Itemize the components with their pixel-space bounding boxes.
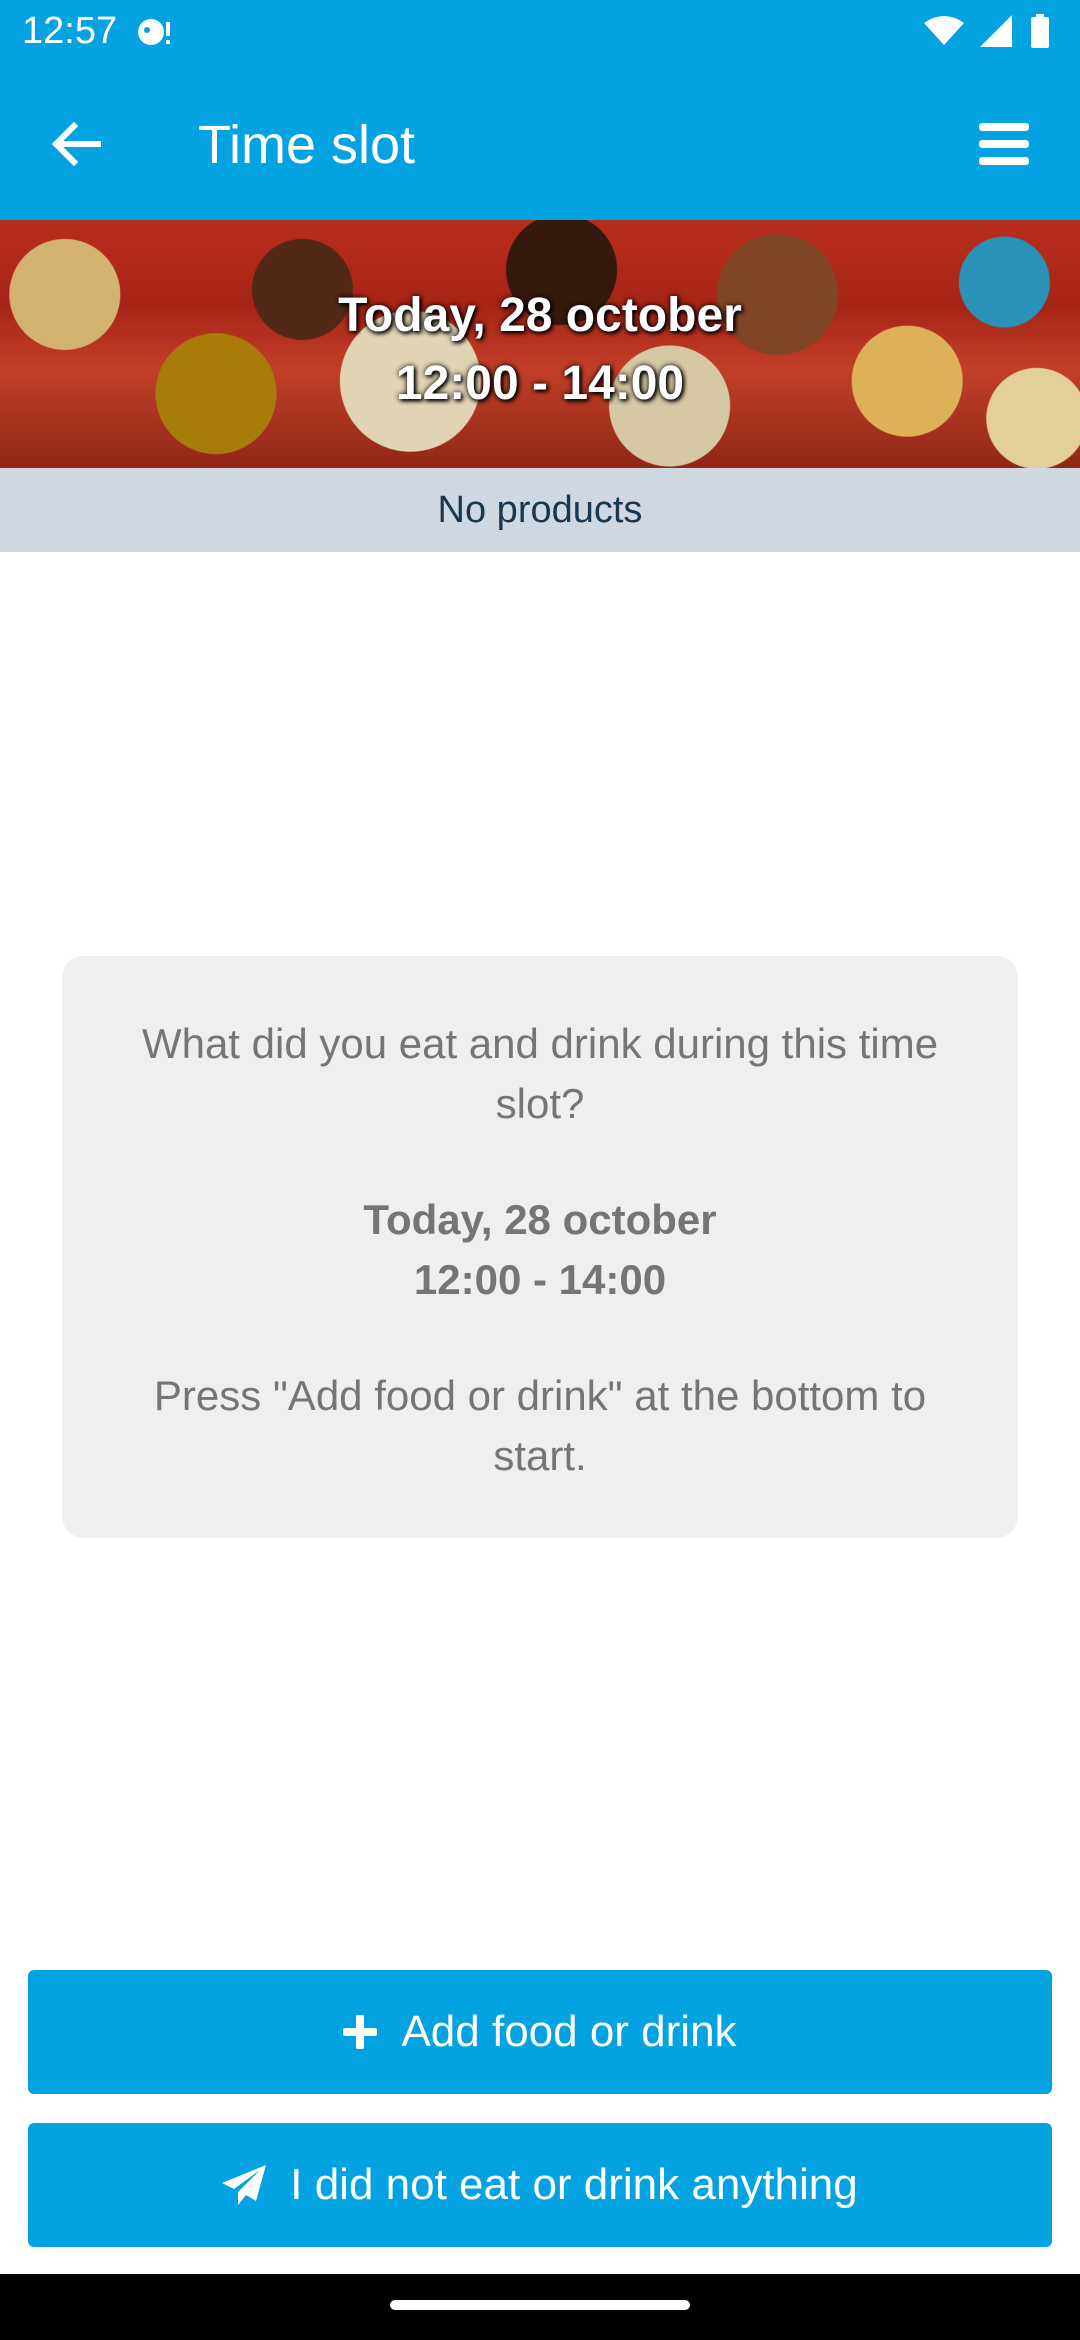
hamburger-menu-icon — [979, 122, 1029, 170]
system-navigation-bar — [0, 2274, 1080, 2340]
products-status: No products — [0, 468, 1080, 552]
paper-plane-icon — [222, 2165, 267, 2205]
plus-icon — [343, 2015, 378, 2049]
banner-text: Today, 28 october 12:00 - 14:00 — [0, 282, 1080, 418]
signal-icon — [980, 14, 1014, 52]
wifi-icon — [924, 15, 964, 52]
add-food-or-drink-button[interactable]: Add food or drink — [28, 1970, 1052, 2094]
page-title: Time slot — [198, 115, 416, 175]
status-time: 12:57 — [22, 10, 118, 52]
notification-icon — [136, 16, 174, 50]
menu-button[interactable] — [968, 110, 1040, 182]
back-button[interactable] — [40, 110, 112, 182]
arrow-left-icon — [50, 121, 102, 171]
banner-date: Today, 28 october — [338, 289, 742, 342]
time-slot-banner: Today, 28 october 12:00 - 14:00 — [0, 220, 1080, 468]
info-date-block: Today, 28 october 12:00 - 14:00 — [122, 1190, 958, 1310]
add-food-or-drink-label: Add food or drink — [401, 2007, 737, 2056]
did-not-eat-button[interactable]: I did not eat or drink anything — [28, 2123, 1052, 2247]
app-bar: Time slot — [0, 66, 1080, 220]
info-card: What did you eat and drink during this t… — [62, 956, 1018, 1538]
did-not-eat-label: I did not eat or drink anything — [290, 2160, 858, 2209]
home-gesture-handle[interactable] — [390, 2300, 690, 2310]
info-question: What did you eat and drink during this t… — [141, 1020, 939, 1127]
status-bar: 12:57 — [0, 0, 1080, 66]
products-status-label: No products — [437, 488, 643, 531]
battery-icon — [1030, 13, 1050, 53]
info-time-range: 12:00 - 14:00 — [413, 1256, 667, 1303]
info-date: Today, 28 october — [363, 1196, 717, 1243]
banner-time-range: 12:00 - 14:00 — [395, 357, 685, 410]
status-icons — [924, 13, 1050, 53]
info-hint: Press "Add food or drink" at the bottom … — [153, 1372, 927, 1479]
